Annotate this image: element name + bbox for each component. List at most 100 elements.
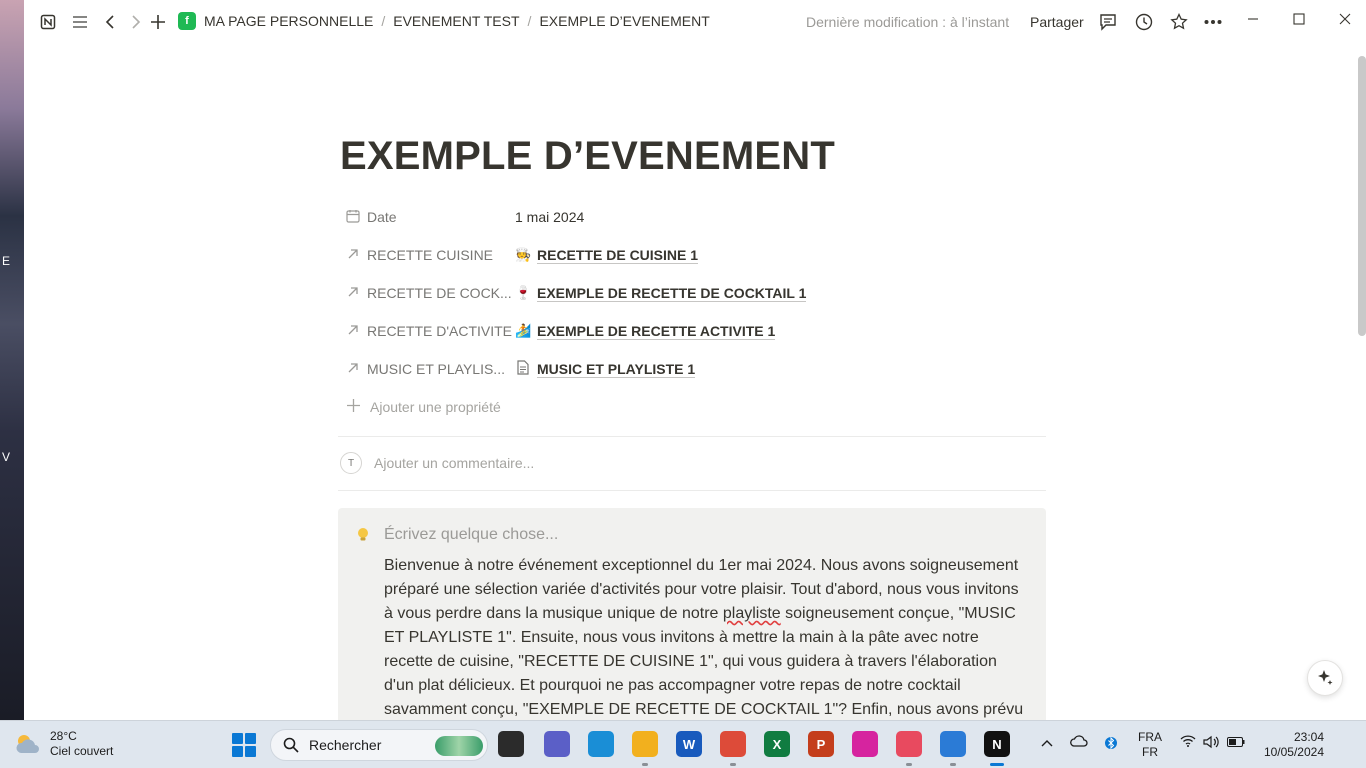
desktop-text-fragment: V — [2, 450, 11, 464]
volume-icon[interactable] — [1203, 735, 1219, 752]
favorite-star-icon[interactable] — [1169, 12, 1189, 32]
maximize-window-icon[interactable] — [1289, 12, 1309, 30]
add-property-label: Ajouter une propriété — [370, 399, 501, 415]
battery-icon[interactable] — [1227, 735, 1245, 750]
clock-date: 10/05/2024 — [1263, 745, 1324, 759]
workspace-page-icon: f — [178, 12, 196, 30]
taskbar-app-chrome-icon[interactable] — [720, 731, 746, 757]
notion-logo-icon[interactable] — [38, 12, 58, 32]
callout-block[interactable]: Écrivez quelque chose... Bienvenue à not… — [338, 508, 1046, 720]
relation-arrow-icon — [342, 285, 364, 301]
page-title[interactable]: EXEMPLE D’EVENEMENT — [340, 134, 835, 179]
start-logo-tile — [245, 733, 256, 744]
running-app-indicator — [730, 763, 736, 766]
property-name: RECETTE CUISINE — [367, 247, 494, 263]
minimize-window-icon[interactable] — [1243, 12, 1263, 30]
start-button[interactable] — [232, 733, 256, 757]
breadcrumb-item-current[interactable]: EXEMPLE D’EVENEMENT — [539, 13, 709, 29]
language-code: FRA — [1138, 730, 1162, 744]
plus-icon — [342, 399, 364, 415]
property-name: RECETTE DE COCK... — [367, 285, 512, 301]
weather-temperature: 28°C — [50, 729, 77, 743]
notion-window: f MA PAGE PERSONNELLE / EVENEMENT TEST /… — [24, 0, 1366, 720]
taskbar-app-file-explorer-icon[interactable] — [632, 731, 658, 757]
search-label: Rechercher — [309, 737, 382, 753]
lightbulb-icon[interactable] — [356, 527, 370, 543]
forward-arrow-icon[interactable] — [126, 12, 146, 32]
callout-text-segment: soigneusement conçue, "MUSIC ET PLAYLIST… — [384, 605, 1024, 718]
relation-link[interactable]: RECETTE DE CUISINE 1 — [537, 247, 699, 264]
taskbar-app-notion-icon[interactable]: N — [984, 731, 1010, 757]
back-arrow-icon[interactable] — [100, 12, 120, 32]
taskbar-app-photos-icon[interactable] — [940, 731, 966, 757]
comment-input[interactable]: Ajouter un commentaire... — [374, 455, 534, 471]
property-name: RECETTE D'ACTIVITE — [367, 323, 513, 339]
breadcrumb-separator: / — [527, 13, 532, 29]
misspelled-word[interactable]: playliste — [723, 605, 781, 622]
onedrive-cloud-icon[interactable] — [1070, 735, 1088, 750]
relation-link[interactable]: EXEMPLE DE RECETTE ACTIVITE 1 — [537, 323, 776, 340]
breadcrumb-item[interactable]: MA PAGE PERSONNELLE — [204, 13, 373, 29]
divider — [338, 490, 1046, 491]
relation-link[interactable]: EXEMPLE DE RECETTE DE COCKTAIL 1 — [537, 285, 807, 302]
add-property-button[interactable]: Ajouter une propriété — [340, 388, 1048, 426]
taskbar: 28°C Ciel couvert Rechercher W XP N FRA FR… — [0, 720, 1366, 768]
property-value[interactable]: 1 mai 2024 — [515, 209, 584, 225]
comment-box[interactable]: T Ajouter un commentaire... — [340, 452, 534, 474]
property-recette-cuisine[interactable]: RECETTE CUISINE 🧑‍🍳 RECETTE DE CUISINE 1 — [340, 236, 1048, 274]
relation-link[interactable]: MUSIC ET PLAYLISTE 1 — [537, 361, 696, 378]
taskbar-search[interactable]: Rechercher — [270, 729, 488, 761]
chevron-up-icon[interactable] — [1041, 735, 1053, 750]
start-logo-tile — [232, 746, 243, 757]
menu-icon[interactable] — [70, 12, 90, 32]
divider — [338, 436, 1046, 437]
clock-time: 23:04 — [1293, 730, 1324, 744]
taskbar-app-task-view-icon[interactable] — [498, 731, 524, 757]
taskbar-app-excel-icon[interactable]: X — [764, 731, 790, 757]
breadcrumb-separator: / — [381, 13, 386, 29]
taskbar-app-edge-icon[interactable] — [588, 731, 614, 757]
language-indicator[interactable]: FRA FR — [1138, 730, 1162, 760]
search-icon — [283, 737, 299, 753]
search-highlight-image — [435, 736, 483, 756]
system-clock[interactable]: 23:04 10/05/2024 — [1258, 730, 1324, 760]
property-value: MUSIC ET PLAYLISTE 1 — [515, 360, 696, 378]
taskbar-app-teams-icon[interactable] — [544, 731, 570, 757]
callout-text[interactable]: Bienvenue à notre événement exceptionnel… — [384, 554, 1026, 720]
new-page-plus-icon[interactable] — [148, 12, 168, 32]
comments-icon[interactable] — [1098, 12, 1118, 32]
property-recette-activite[interactable]: RECETTE D'ACTIVITE 🏄 EXEMPLE DE RECETTE … — [340, 312, 1048, 350]
property-date[interactable]: Date 1 mai 2024 — [340, 198, 1048, 236]
history-clock-icon[interactable] — [1134, 12, 1154, 32]
relation-arrow-icon — [342, 361, 364, 377]
taskbar-app-snipping-tool-icon[interactable] — [896, 731, 922, 757]
weather-text: 28°C Ciel couvert — [50, 729, 113, 759]
wifi-icon[interactable] — [1180, 735, 1196, 750]
more-options-icon[interactable] — [1203, 12, 1223, 32]
property-value: 🧑‍🍳 RECETTE DE CUISINE 1 — [515, 247, 699, 264]
taskbar-app-instagram-icon[interactable] — [852, 731, 878, 757]
running-app-indicator — [906, 763, 912, 766]
breadcrumb-item[interactable]: EVENEMENT TEST — [393, 13, 519, 29]
vertical-scrollbar[interactable] — [1358, 56, 1366, 336]
property-recette-cocktail[interactable]: RECETTE DE COCK... 🍷 EXEMPLE DE RECETTE … — [340, 274, 1048, 312]
taskbar-app-powerpoint-icon[interactable]: P — [808, 731, 834, 757]
start-logo-tile — [232, 733, 243, 744]
close-window-icon[interactable] — [1335, 12, 1355, 30]
property-list: Date 1 mai 2024 RECETTE CUISINE 🧑‍🍳 RECE… — [340, 198, 1048, 426]
weather-widget[interactable]: 28°C Ciel couvert — [14, 729, 113, 759]
bluetooth-icon[interactable] — [1105, 735, 1117, 754]
ai-sparkle-button[interactable] — [1307, 660, 1343, 696]
property-value: 🏄 EXEMPLE DE RECETTE ACTIVITE 1 — [515, 323, 776, 340]
taskbar-app-word-icon[interactable]: W — [676, 731, 702, 757]
relation-arrow-icon — [342, 247, 364, 263]
property-music-playlist[interactable]: MUSIC ET PLAYLIS... MUSIC ET PLAYLISTE 1 — [340, 350, 1048, 388]
share-button[interactable]: Partager — [1030, 14, 1084, 30]
calendar-icon — [342, 209, 364, 226]
avatar: T — [340, 452, 362, 474]
surfer-emoji-icon: 🏄 — [515, 323, 532, 338]
breadcrumb: f MA PAGE PERSONNELLE / EVENEMENT TEST /… — [178, 12, 710, 30]
desktop-text-fragment: E — [2, 254, 11, 268]
chef-emoji-icon: 🧑‍🍳 — [515, 247, 532, 262]
weather-condition: Ciel couvert — [50, 744, 114, 758]
